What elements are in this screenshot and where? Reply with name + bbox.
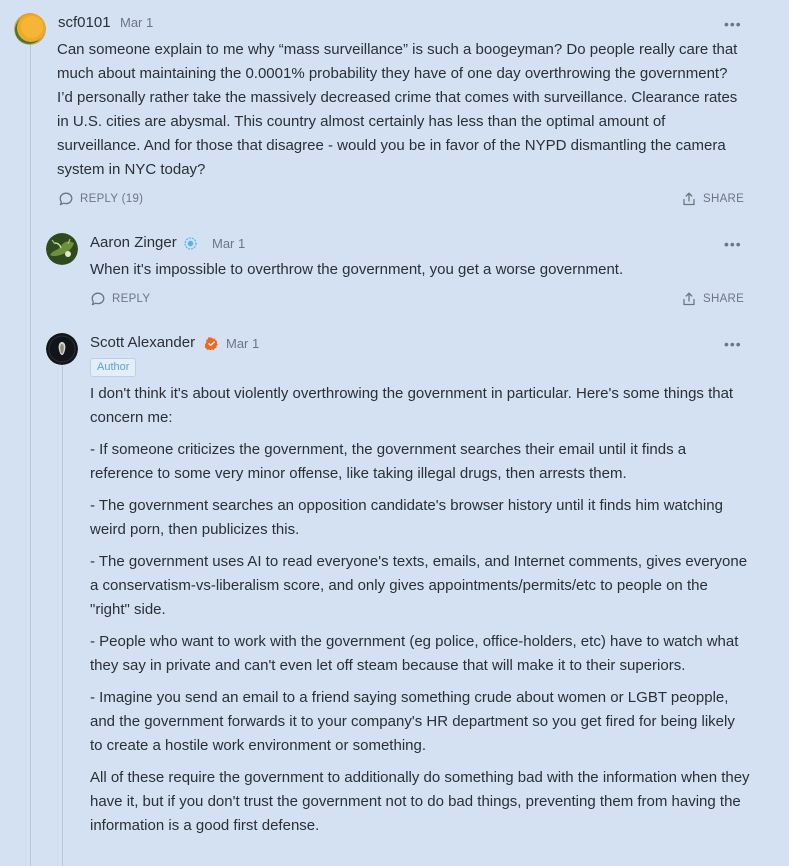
share-button[interactable]: SHARE	[681, 291, 744, 307]
dark-circle-avatar-icon	[46, 333, 78, 365]
comment-paragraph: - Imagine you send an email to a friend …	[90, 689, 735, 754]
reply-button[interactable]: REPLY	[90, 291, 150, 307]
share-label: SHARE	[703, 193, 745, 205]
comment-body: I don't think it's about violently overt…	[90, 382, 750, 846]
green-illustration-avatar-icon	[46, 233, 78, 265]
avatar[interactable]	[14, 13, 46, 45]
reply-button[interactable]: REPLY (19)	[58, 191, 143, 207]
comment-author[interactable]: Aaron Zinger	[90, 234, 177, 251]
thread-line-reply	[62, 366, 63, 866]
more-options-icon[interactable]: •••	[724, 17, 742, 31]
share-icon	[683, 192, 695, 206]
reply-label: REPLY	[112, 293, 151, 305]
more-options-icon[interactable]: •••	[724, 337, 742, 351]
orange-verified-badge-icon	[205, 337, 218, 350]
speech-bubble-icon	[91, 292, 105, 306]
comment-paragraph: Can someone explain to me why “mass surv…	[57, 41, 738, 178]
comment-body: Can someone explain to me why “mass surv…	[57, 38, 747, 190]
share-icon	[683, 292, 695, 306]
comment-paragraph: - The government uses AI to read everyon…	[90, 553, 748, 618]
avatar[interactable]	[46, 233, 78, 265]
author-badge: Author	[90, 358, 137, 377]
avatar[interactable]	[46, 333, 78, 365]
comment-paragraph: When it's impossible to overthrow the go…	[90, 261, 624, 278]
comment-paragraph: I don't think it's about violently overt…	[90, 385, 734, 426]
comment-body: When it's impossible to overthrow the go…	[90, 258, 745, 290]
comment-paragraph: All of these require the government to a…	[90, 769, 750, 834]
share-button[interactable]: SHARE	[681, 191, 744, 207]
comment-date[interactable]: Mar 1	[226, 336, 259, 351]
blue-subscriber-badge-icon	[184, 237, 197, 250]
comment-paragraph: - People who want to work with the gover…	[90, 633, 739, 674]
reply-label: REPLY (19)	[80, 193, 144, 205]
share-label: SHARE	[703, 293, 745, 305]
more-options-icon[interactable]: •••	[724, 237, 742, 251]
comment-author[interactable]: scf0101	[58, 14, 111, 31]
thread-line-root	[30, 44, 31, 866]
orange-green-circle-avatar-icon	[14, 13, 46, 45]
comment-paragraph: - If someone criticizes the government, …	[90, 441, 687, 482]
speech-bubble-icon	[59, 192, 73, 206]
comment-date[interactable]: Mar 1	[212, 236, 245, 251]
comment-paragraph: - The government searches an opposition …	[90, 497, 723, 538]
comment-author[interactable]: Scott Alexander	[90, 334, 195, 351]
comment-date[interactable]: Mar 1	[120, 15, 153, 30]
